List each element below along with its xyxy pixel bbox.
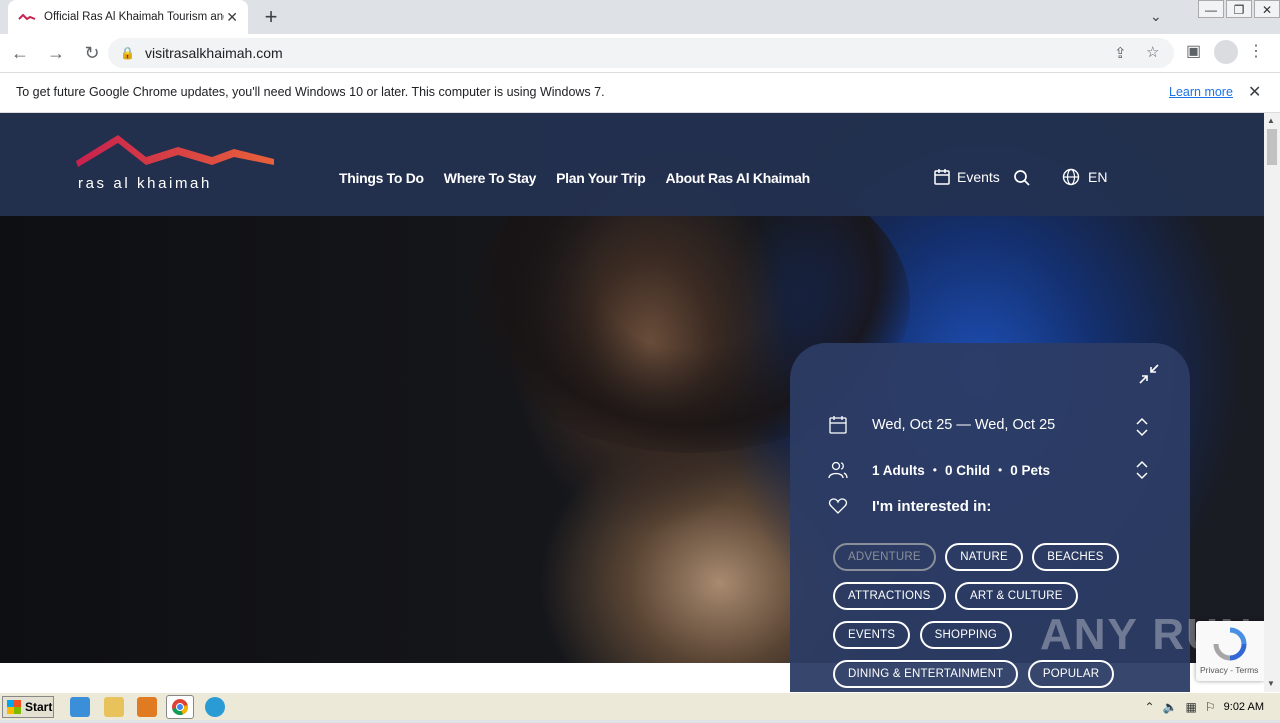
chrome-icon (172, 699, 189, 716)
calendar-icon (934, 169, 950, 185)
site-header: ras al khaimah Things To Do Where To Sta… (0, 113, 1264, 216)
tag-events[interactable]: EVENTS (833, 621, 911, 649)
tag-beaches[interactable]: BEACHES (1032, 543, 1119, 571)
menu-plan-your-trip[interactable]: Plan Your Trip (556, 170, 646, 186)
update-infobar: To get future Google Chrome updates, you… (0, 72, 1280, 113)
events-label: Events (957, 169, 1000, 185)
address-bar[interactable]: 🔒 visitrasalkhaimah.com ⇪ ☆ (108, 38, 1174, 68)
people-icon (828, 461, 848, 479)
browser-toolbar: ← → ↻ 🔒 visitrasalkhaimah.com ⇪ ☆ ▣ ⋮ (0, 34, 1280, 72)
tag-nature[interactable]: NATURE (945, 543, 1023, 571)
start-label: Start (25, 700, 53, 714)
system-tray: ⌃ 🔈 ▦ ⚐ 9:02 AM (1137, 693, 1280, 721)
file-explorer-icon[interactable] (104, 697, 124, 717)
media-player-icon[interactable] (137, 697, 157, 717)
internet-explorer-icon[interactable] (70, 697, 90, 717)
url-text[interactable]: visitrasalkhaimah.com (145, 45, 283, 61)
learn-more-link[interactable]: Learn more (1169, 85, 1233, 99)
infobar-close-icon[interactable]: ✕ (1248, 82, 1261, 102)
main-menu: Things To Do Where To Stay Plan Your Tri… (339, 170, 830, 186)
tray-expand-icon[interactable]: ⌃ (1145, 700, 1155, 714)
tag-adventure[interactable]: ADVENTURE (833, 543, 936, 571)
scroll-down-icon[interactable]: ▼ (1267, 679, 1275, 688)
collapse-icon[interactable] (1138, 363, 1160, 385)
search-icon[interactable] (1013, 169, 1031, 187)
site-favicon (18, 13, 36, 21)
window-controls: — ❐ ✕ (1196, 0, 1280, 20)
bookmark-star-icon[interactable]: ☆ (1146, 43, 1159, 61)
edge-icon[interactable] (205, 697, 225, 717)
tag-art-culture[interactable]: ART & CULTURE (954, 582, 1078, 610)
chrome-taskbar-button[interactable] (166, 695, 194, 719)
language-label: EN (1088, 169, 1108, 185)
reload-icon[interactable]: ↻ (76, 37, 108, 69)
profile-avatar-icon[interactable] (1214, 40, 1238, 64)
date-row[interactable]: Wed, Oct 25 — Wed, Oct 25 (828, 415, 1055, 435)
recaptcha-badge[interactable]: Privacy - Terms (1196, 621, 1264, 681)
recaptcha-icon (1213, 627, 1247, 661)
close-window-button[interactable]: ✕ (1254, 0, 1280, 18)
page-scrollbar[interactable]: ▲ ▼ (1264, 113, 1280, 692)
volume-icon[interactable]: 🔈 (1163, 700, 1178, 714)
tab-title: Official Ras Al Khaimah Tourism and V (44, 11, 224, 23)
tag-shopping[interactable]: SHOPPING (919, 621, 1012, 649)
browser-tab-strip: Official Ras Al Khaimah Tourism and V ✕ … (0, 0, 1280, 34)
pets-count: 0 Pets (1010, 462, 1050, 478)
separator-dot: • (932, 463, 937, 477)
separator-dot: • (997, 463, 1003, 477)
adults-count: 1 Adults (872, 462, 925, 478)
forward-icon[interactable]: → (40, 37, 72, 69)
tag-attractions[interactable]: ATTRACTIONS (833, 582, 946, 610)
restore-button[interactable]: ❐ (1226, 0, 1252, 18)
tag-popular[interactable]: POPULAR (1027, 660, 1115, 688)
action-center-flag-icon[interactable]: ⚐ (1205, 700, 1216, 714)
calendar-icon (829, 416, 847, 434)
windows-taskbar: Start ⌃ 🔈 ▦ ⚐ 9:02 AM (0, 692, 1280, 720)
menu-about-ras-al-khaimah[interactable]: About Ras Al Khaimah (666, 170, 811, 186)
logo-text: ras al khaimah (78, 175, 212, 192)
guests-row[interactable]: 1 Adults • 0 Child • 0 Pets (828, 460, 1050, 480)
lock-icon[interactable]: 🔒 (120, 46, 135, 60)
interests-row: I'm interested in: (828, 496, 991, 516)
back-icon[interactable]: ← (4, 37, 36, 69)
network-icon[interactable]: ▦ (1186, 700, 1197, 714)
date-range[interactable]: Wed, Oct 25 — Wed, Oct 25 (872, 417, 1055, 433)
start-button[interactable]: Start (2, 696, 54, 718)
windows-logo-icon (7, 700, 21, 714)
share-icon[interactable]: ⇪ (1114, 44, 1127, 62)
scroll-up-icon[interactable]: ▲ (1267, 116, 1275, 125)
infobar-message: To get future Google Chrome updates, you… (16, 85, 605, 99)
clock[interactable]: 9:02 AM (1224, 701, 1264, 713)
menu-kebab-icon[interactable]: ⋮ (1248, 41, 1264, 61)
heart-icon (828, 498, 848, 514)
browser-tab[interactable]: Official Ras Al Khaimah Tourism and V ✕ (8, 0, 248, 34)
child-count: 0 Child (944, 462, 990, 478)
tab-close-icon[interactable]: ✕ (226, 9, 238, 26)
recaptcha-terms[interactable]: Privacy - Terms (1200, 665, 1258, 675)
minimize-button[interactable]: — (1198, 0, 1224, 18)
tab-search-chevron-icon[interactable]: ⌄ (1150, 8, 1162, 25)
date-spinner-icon[interactable] (1135, 416, 1149, 438)
menu-things-to-do[interactable]: Things To Do (339, 170, 424, 186)
globe-icon (1062, 168, 1080, 186)
language-selector[interactable]: EN (1062, 168, 1107, 186)
menu-where-to-stay[interactable]: Where To Stay (444, 170, 537, 186)
web-page: ras al khaimah Things To Do Where To Sta… (0, 113, 1264, 692)
scrollbar-thumb[interactable] (1267, 129, 1277, 165)
new-tab-button[interactable]: + (258, 4, 284, 30)
guests-spinner-icon[interactable] (1135, 459, 1149, 481)
tag-dining-entertainment[interactable]: DINING & ENTERTAINMENT (833, 660, 1019, 688)
events-link[interactable]: Events (933, 168, 1000, 186)
interest-label: I'm interested in: (872, 497, 992, 515)
side-panel-icon[interactable]: ▣ (1186, 41, 1201, 61)
